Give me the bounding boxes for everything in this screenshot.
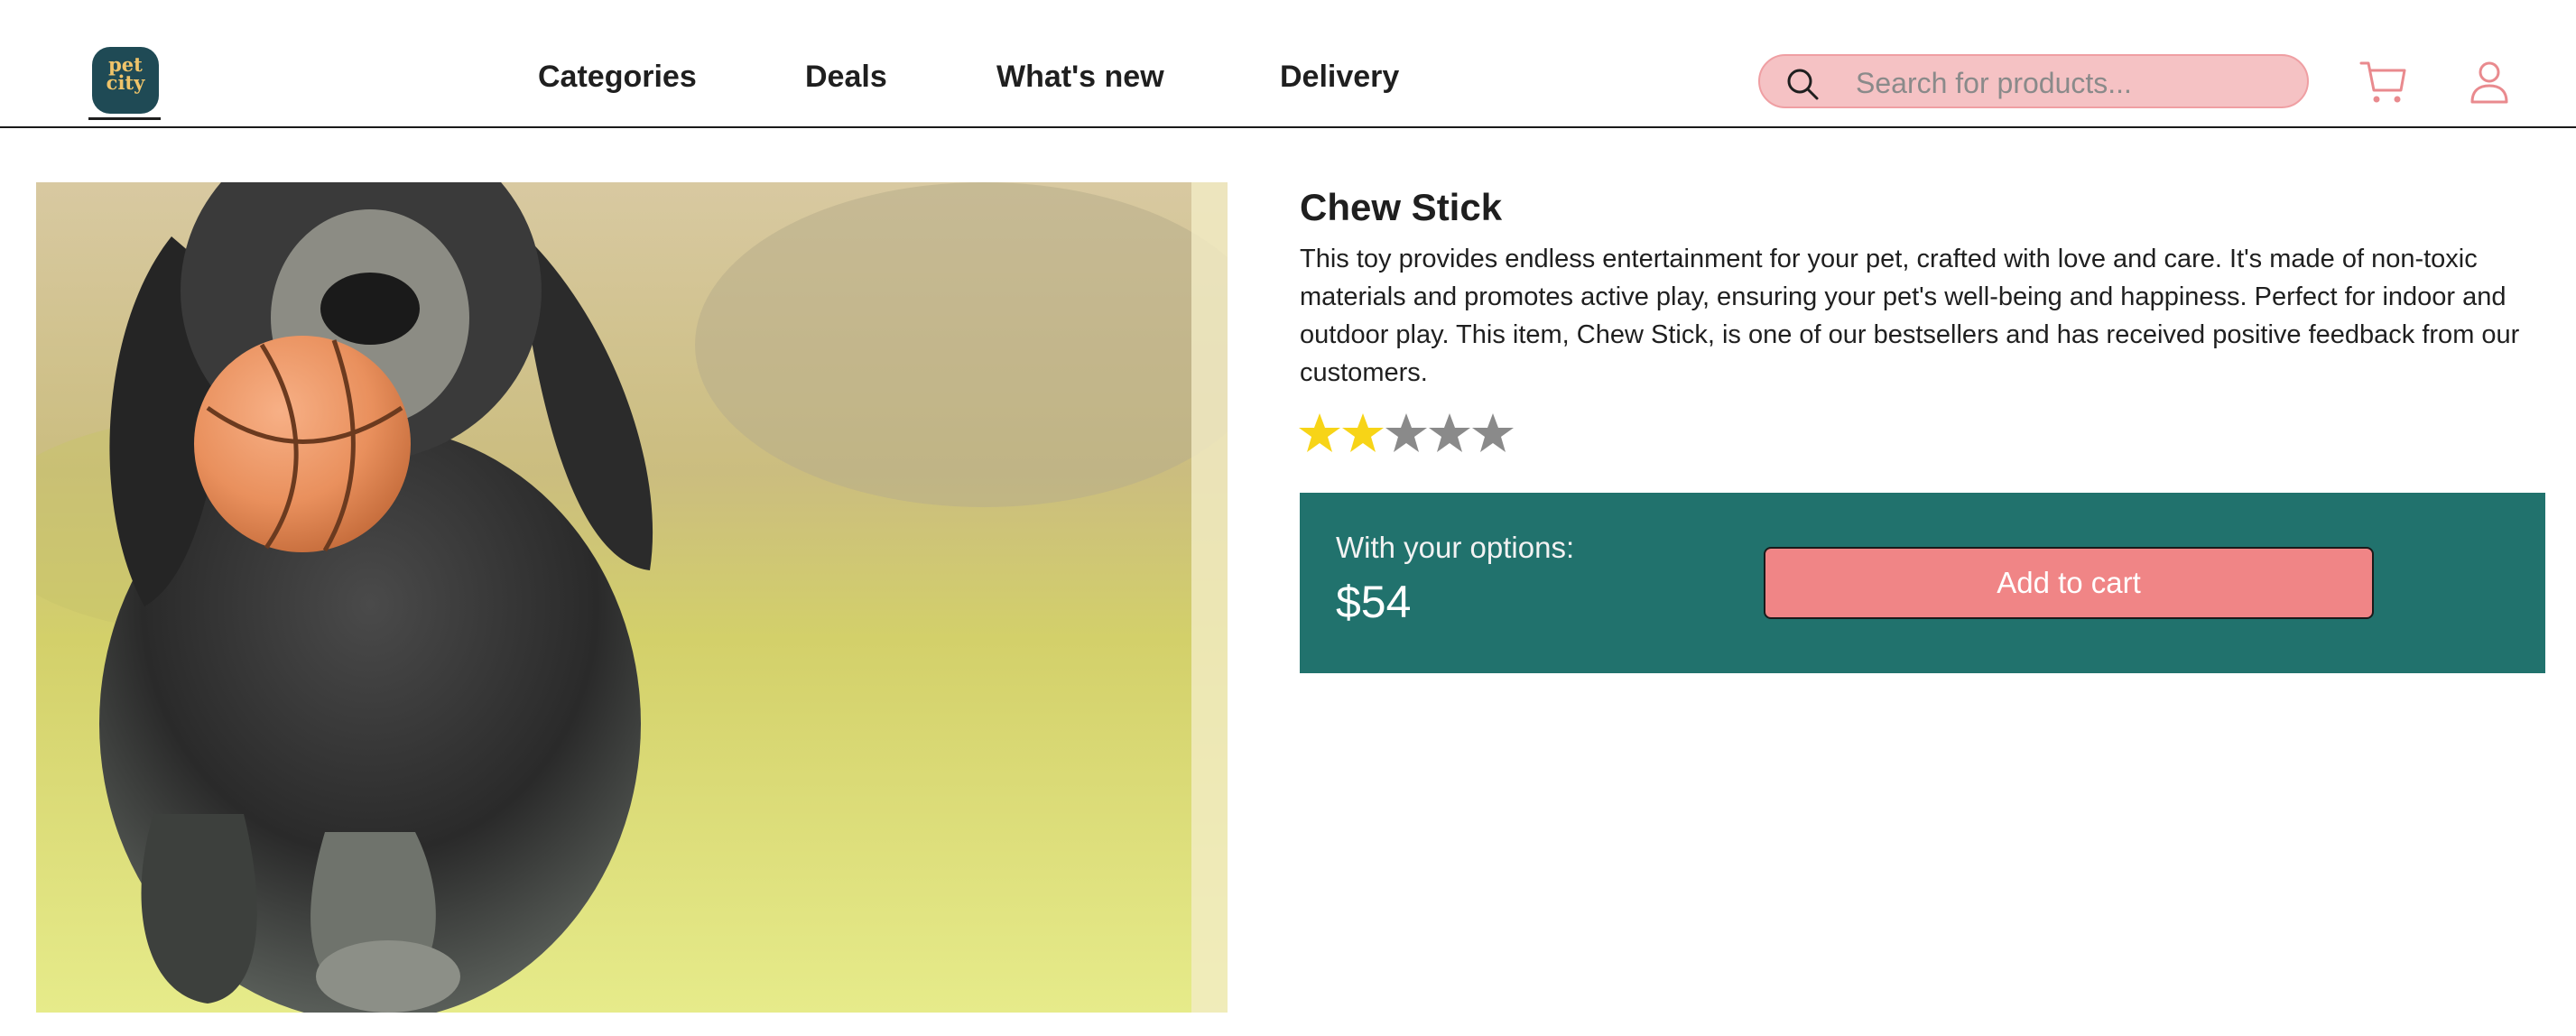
options-label: With your options:	[1336, 531, 1575, 564]
pet-city-logo[interactable]: pet city	[88, 45, 162, 120]
product-image	[36, 182, 1228, 1013]
star-filled-icon	[1299, 413, 1340, 452]
star-empty-icon	[1429, 413, 1470, 452]
cart-icon[interactable]	[2359, 58, 2408, 106]
add-to-cart-button[interactable]: Add to cart	[1764, 547, 2374, 619]
search-bar[interactable]	[1758, 54, 2309, 108]
product-title: Chew Stick	[1300, 186, 1503, 228]
product-price: $54	[1336, 577, 1412, 627]
nav-deals[interactable]: Deals	[805, 60, 887, 95]
site-header: pet city Categories Deals What's new Del…	[0, 0, 2576, 128]
nav-delivery[interactable]: Delivery	[1280, 60, 1399, 95]
star-filled-icon	[1342, 413, 1384, 452]
search-input[interactable]	[1854, 63, 2291, 103]
logo-underline	[88, 117, 161, 120]
star-empty-icon	[1472, 413, 1514, 452]
nav-whats-new[interactable]: What's new	[996, 60, 1164, 95]
logo-text: pet city	[92, 55, 159, 94]
dog-with-ball-photo	[36, 182, 1228, 1013]
star-empty-icon	[1385, 413, 1427, 452]
product-description: This toy provides endless entertainment …	[1300, 245, 2520, 387]
user-icon[interactable]	[2469, 60, 2509, 105]
star-rating	[1298, 412, 1515, 457]
logo-text-line2: city	[106, 71, 145, 94]
nav-categories[interactable]: Categories	[538, 60, 697, 95]
purchase-panel: With your options: $54 Add to cart	[1300, 493, 2545, 673]
search-icon[interactable]	[1785, 67, 1820, 101]
